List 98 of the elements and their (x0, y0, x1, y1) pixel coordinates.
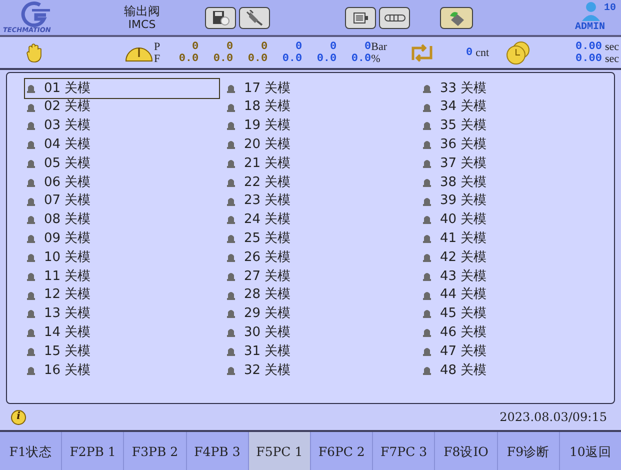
flow-value: 0.0 (282, 52, 302, 64)
pressure-value: 0 (261, 40, 268, 52)
output-row[interactable]: 04 关模 (25, 135, 225, 154)
output-row[interactable]: 36 关模 (421, 135, 571, 154)
datetime: 2023.08.03/09:15 (500, 409, 607, 426)
output-row[interactable]: 43 关模 (421, 266, 571, 286)
timer-value: 0.00 (576, 52, 602, 64)
function-key[interactable]: F2PB 1 (61, 432, 124, 470)
clock-icon (506, 40, 532, 64)
function-key[interactable]: F5PC 1 (248, 432, 310, 470)
output-row[interactable]: 01 关模 (25, 79, 219, 98)
output-row[interactable]: 06 关模 (25, 172, 225, 192)
output-row[interactable]: 30 关模 (225, 323, 421, 342)
output-row[interactable]: 08 关模 (25, 210, 225, 230)
output-row[interactable]: 40 关模 (421, 210, 571, 230)
user-icon (581, 1, 601, 21)
output-row[interactable]: 05 关模 (25, 154, 225, 173)
output-row[interactable]: 26 关模 (225, 248, 421, 267)
motor-button[interactable] (345, 6, 376, 28)
output-row[interactable]: 31 关模 (225, 342, 421, 361)
output-row[interactable]: 12 关模 (25, 286, 225, 305)
output-row[interactable]: 20 关模 (225, 135, 421, 154)
function-key[interactable]: F3PB 2 (123, 432, 186, 470)
timer-value: 0.00 (576, 40, 602, 52)
output-row[interactable]: 34 关模 (421, 98, 571, 117)
time-unit: sec (604, 52, 619, 64)
output-row[interactable]: 22 关模 (225, 172, 421, 192)
output-row[interactable]: 02 关模 (25, 98, 225, 117)
function-key[interactable]: F1状态 (0, 432, 62, 470)
output-row[interactable]: 16 关模 (25, 360, 225, 380)
output-row[interactable]: 18 关模 (225, 98, 421, 117)
count-unit: cnt (476, 46, 490, 58)
output-row[interactable]: 47 关模 (421, 342, 571, 361)
user-level: 10 (604, 3, 616, 15)
floppy-icon (212, 10, 230, 26)
flow-value: 0.0 (351, 52, 372, 64)
screw-icon (382, 12, 406, 22)
plug-icon (246, 10, 264, 26)
output-row[interactable]: 44 关模 (421, 286, 571, 305)
output-row[interactable]: 46 关模 (421, 323, 571, 342)
pressure-value: 0 (330, 40, 337, 52)
unit-label: Bar (371, 40, 388, 52)
output-row[interactable]: 28 关模 (225, 286, 421, 305)
pressure-value: 0 (192, 40, 199, 52)
pressure-value: 0 (296, 40, 302, 52)
output-row[interactable]: 17 关模 (225, 79, 421, 98)
flow-value: 0.0 (316, 52, 337, 64)
output-row[interactable]: 21 关模 (225, 154, 421, 173)
flow-value: 0.0 (178, 52, 199, 64)
info-icon: i (11, 410, 26, 424)
unit-label: % (371, 52, 382, 64)
output-row[interactable]: 42 关模 (421, 248, 571, 267)
hand-icon (26, 42, 42, 62)
plug-button[interactable] (239, 6, 270, 28)
flow-value: 0.0 (248, 52, 268, 64)
pressure-value: 0 (364, 40, 372, 52)
user-name: ADMIN (575, 22, 606, 34)
output-row[interactable]: 45 关模 (421, 304, 571, 324)
time-unit: sec (604, 40, 619, 52)
output-row[interactable]: 41 关模 (421, 229, 571, 248)
subtitle: IMCS (128, 18, 156, 32)
output-row[interactable]: 33 关模 (421, 79, 571, 98)
output-row[interactable]: 13 关模 (25, 304, 225, 324)
function-key[interactable]: F8设IO (434, 432, 497, 470)
output-row[interactable]: 48 关模 (421, 360, 571, 380)
output-row[interactable]: 11 关模 (25, 266, 225, 286)
pressure-label: P (154, 40, 160, 52)
output-row[interactable]: 19 关模 (225, 116, 421, 136)
output-row[interactable]: 37 关模 (421, 154, 571, 173)
save-button[interactable] (205, 6, 236, 28)
output-row[interactable]: 29 关模 (225, 304, 421, 324)
output-row[interactable]: 09 关模 (25, 229, 225, 248)
output-row[interactable]: 24 关模 (225, 210, 421, 230)
motor-icon (352, 10, 370, 24)
output-row[interactable]: 10 关模 (25, 248, 225, 267)
flow-value: 0.0 (213, 52, 234, 64)
output-row[interactable]: 38 关模 (421, 172, 571, 192)
pressure-value: 0 (226, 40, 234, 52)
function-key[interactable]: 10返回 (558, 432, 621, 470)
function-key[interactable]: F9诊断 (496, 432, 559, 470)
output-row[interactable]: 25 关模 (225, 229, 421, 248)
flow-label: F (154, 52, 160, 64)
function-key[interactable]: F6PC 2 (310, 432, 372, 470)
output-row[interactable]: 27 关模 (225, 266, 421, 286)
cycle-count: 0 (466, 46, 473, 58)
mold-button[interactable] (440, 6, 473, 28)
output-row[interactable]: 23 关模 (225, 192, 421, 211)
cycle-icon (409, 42, 436, 64)
output-row[interactable]: 32 关模 (225, 360, 421, 380)
output-row[interactable]: 15 关模 (25, 342, 225, 361)
output-row[interactable]: 03 关模 (25, 116, 225, 136)
window-title: 输出阀 (124, 4, 160, 18)
screw-button[interactable] (379, 6, 410, 28)
output-row[interactable]: 39 关模 (421, 192, 571, 211)
output-row[interactable]: 35 关模 (421, 116, 571, 136)
function-key[interactable]: F7PC 3 (372, 432, 434, 470)
output-row[interactable]: 14 关模 (25, 323, 225, 342)
output-row[interactable]: 07 关模 (25, 192, 225, 211)
